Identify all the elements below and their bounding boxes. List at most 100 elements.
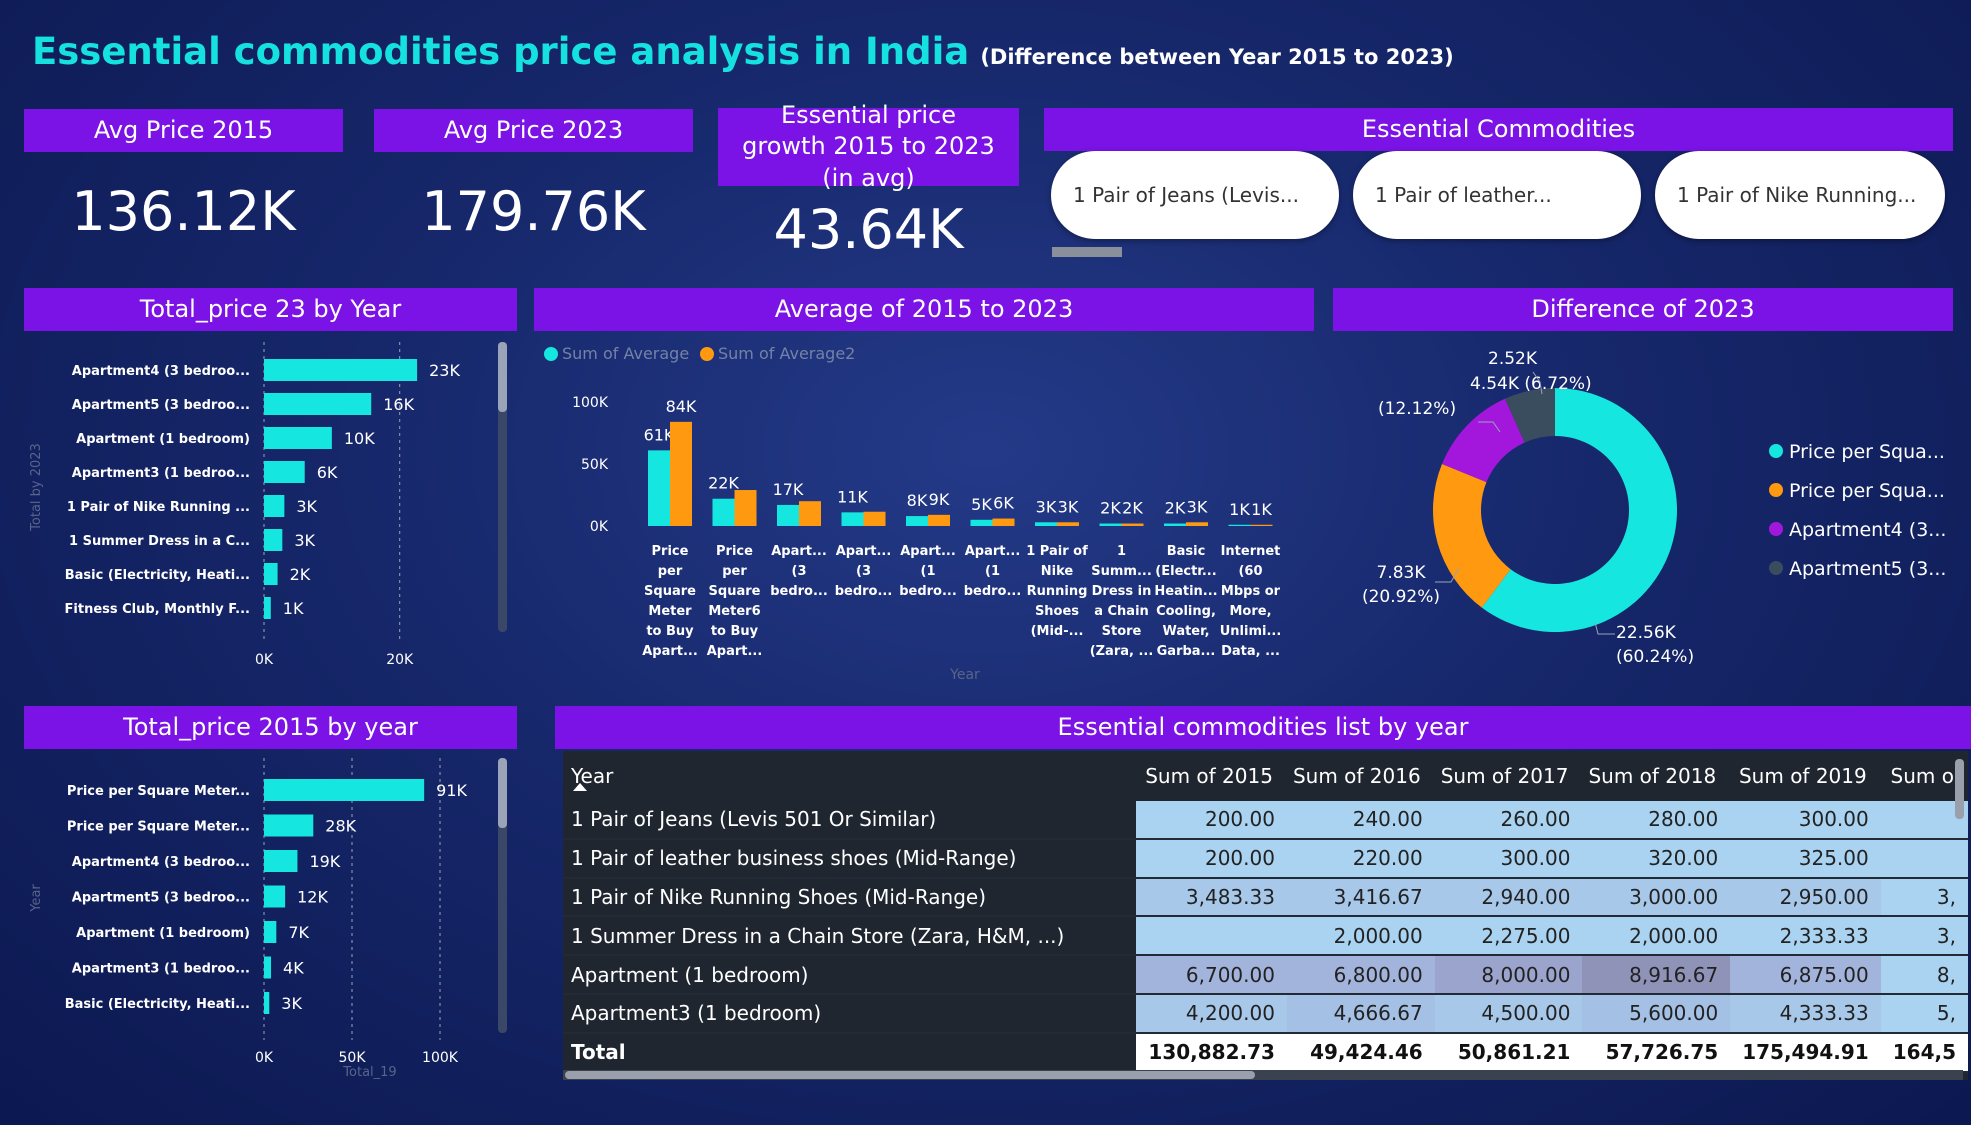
data-label: 23K bbox=[429, 361, 460, 380]
chart-avg-title: Average of 2015 to 2023 bbox=[774, 294, 1074, 323]
data-label: 2K bbox=[1122, 499, 1143, 518]
table-cell: 8,000.00 bbox=[1434, 955, 1583, 995]
data-label: 12K bbox=[297, 888, 328, 907]
table-row[interactable]: 1 Pair of Jeans (Levis 501 Or Similar) 20… bbox=[563, 801, 1968, 840]
x-axis-label: Year bbox=[949, 667, 980, 683]
column-header[interactable]: Sum of 2018 bbox=[1582, 751, 1730, 801]
table-cell bbox=[1880, 838, 1968, 879]
table-row[interactable]: 1 Pair of leather business shoes (Mid-Ra… bbox=[563, 838, 1968, 879]
x-axis-label: Total_19 bbox=[342, 1065, 396, 1080]
data-label: 6K bbox=[317, 463, 338, 482]
data-label: 7K bbox=[288, 923, 309, 942]
table-hscroll[interactable] bbox=[565, 1071, 1255, 1079]
data-label: 22K bbox=[708, 474, 739, 493]
column-header[interactable]: Sum of 2017 bbox=[1435, 751, 1583, 801]
table-cell: 4,333.33 bbox=[1730, 993, 1881, 1034]
category-label: Price per Square Meter6 to Buy Apart... bbox=[707, 544, 763, 659]
category-label: Basic (Electr... Heatin... Cooling, Water, Ga… bbox=[1154, 544, 1217, 659]
table-row[interactable]: 1 Summer Dress in a Chain Store (Zara, H… bbox=[563, 916, 1968, 957]
slicer-item-jeans[interactable]: 1 Pair of Jeans (Levis... bbox=[1051, 151, 1339, 239]
chart-donut: 22.56K (60.24%) 7.83K (20.92%) 4.54K (6.72%)… bbox=[1362, 349, 1946, 667]
bar bbox=[906, 516, 928, 526]
chart-bar15: 0K 50K 100K Price per Square Meter... 91K Pri… bbox=[29, 758, 507, 1080]
bar bbox=[928, 514, 950, 526]
title-sub: (Difference between Year 2015 to 2023) bbox=[980, 45, 1454, 69]
table-cell: 4,200.00 bbox=[1136, 993, 1287, 1034]
legend-swatch bbox=[1769, 522, 1783, 536]
column-header[interactable]: Sum of 2016 bbox=[1287, 751, 1435, 801]
table-cell: 6,700.00 bbox=[1136, 955, 1287, 995]
table-cell: 3, bbox=[1880, 877, 1968, 918]
category-label: Fitness Club, Monthly F... bbox=[65, 602, 250, 617]
data-label: 2.52K bbox=[1488, 349, 1538, 369]
data-label: 2K bbox=[1100, 499, 1121, 518]
data-label: 7.83K (20.92%) bbox=[1362, 563, 1440, 607]
kpi-avg2015-header: Avg Price 2015 bbox=[24, 109, 343, 152]
table-cell: 2,940.00 bbox=[1434, 877, 1583, 918]
data-label: 16K bbox=[383, 395, 414, 414]
table-cell: 200.00 bbox=[1136, 801, 1287, 840]
legend-swatch bbox=[1769, 483, 1783, 497]
table-header: Essential commodities list by year bbox=[555, 706, 1971, 749]
bar bbox=[1250, 524, 1273, 526]
chart-bar23-title: Total_price 23 by Year bbox=[139, 294, 402, 323]
slicer-scrollbar[interactable] bbox=[1052, 247, 1122, 257]
total-cell: 130,882.73 bbox=[1136, 1032, 1287, 1073]
table-row[interactable]: Apartment (1 bedroom) 6,700.00 6,800.00 8,0… bbox=[563, 955, 1968, 995]
slicer-item-nike-shoes[interactable]: 1 Pair of Nike Running... bbox=[1655, 151, 1945, 239]
row-label: Apartment3 (1 bedroom) bbox=[563, 993, 1137, 1034]
table-vscroll[interactable] bbox=[1955, 759, 1964, 819]
bar bbox=[734, 490, 757, 526]
bar bbox=[648, 450, 670, 526]
category-label: Apart... (1 bedro... bbox=[899, 544, 957, 599]
data-label: (12.12%) bbox=[1378, 399, 1456, 419]
data-label: 3K bbox=[281, 994, 302, 1013]
kpi-avg2015-value: 136.12K bbox=[71, 180, 296, 243]
table-cell: 3,000.00 bbox=[1582, 877, 1731, 918]
data-label: 10K bbox=[344, 429, 375, 448]
legend-label: Apartment5 (3... bbox=[1789, 558, 1946, 580]
slicer-item-label: 1 Pair of leather... bbox=[1375, 183, 1552, 207]
table-cell: 8, bbox=[1880, 955, 1968, 995]
category-label: 1 Summ... Dress in a Chain Store (Zara, ... bbox=[1090, 544, 1154, 659]
legend-label: Sum of Average bbox=[562, 344, 689, 363]
table-sort-icon[interactable] bbox=[573, 783, 587, 791]
data-label: 8K bbox=[907, 491, 928, 510]
column-header[interactable]: Sum of 2015 bbox=[1136, 751, 1287, 801]
bar bbox=[264, 814, 314, 837]
total-cell: 50,861.21 bbox=[1434, 1032, 1583, 1073]
table-row[interactable]: 1 Pair of Nike Running Shoes (Mid-Range)… bbox=[563, 877, 1968, 918]
table-cell: 3, bbox=[1880, 916, 1968, 957]
bar bbox=[264, 393, 372, 415]
column-header-year[interactable]: Year bbox=[563, 751, 1136, 801]
data-label: 11K bbox=[837, 487, 868, 506]
column-header[interactable]: Sum of 2019 bbox=[1730, 751, 1881, 801]
bar bbox=[712, 498, 735, 526]
bar bbox=[1121, 523, 1144, 526]
table-cell bbox=[1136, 916, 1287, 957]
data-label: 4K bbox=[283, 959, 304, 978]
row-label: 1 Pair of Jeans (Levis 501 Or Similar) bbox=[563, 801, 1137, 840]
table-cell: 200.00 bbox=[1136, 838, 1287, 879]
category-label: Basic (Electricity, Heati... bbox=[65, 997, 250, 1012]
category-label: Apartment4 (3 bedroo... bbox=[72, 855, 250, 870]
bar bbox=[264, 885, 286, 908]
bar bbox=[264, 921, 277, 943]
table-cell: 2,000.00 bbox=[1582, 916, 1731, 957]
table-cell: 325.00 bbox=[1730, 838, 1881, 879]
legend-label: Apartment4 (3... bbox=[1789, 519, 1946, 541]
category-label: Apartment3 (1 bedroo... bbox=[72, 466, 250, 481]
table-cell: 5,600.00 bbox=[1582, 993, 1731, 1034]
category-label: Apartment (1 bedroom) bbox=[76, 926, 250, 941]
x-tick-label: 0K bbox=[255, 1050, 274, 1066]
slicer-item-leather-shoes[interactable]: 1 Pair of leather... bbox=[1353, 151, 1641, 239]
data-label: 91K bbox=[436, 781, 467, 800]
chart-bar15-title: Total_price 2015 by year bbox=[123, 712, 418, 741]
legend-label: Price per Squa... bbox=[1789, 441, 1945, 463]
commodities-table[interactable]: Year Sum of 2015 Sum of 2016 Sum of 2017 Sum… bbox=[563, 751, 1968, 1080]
chart-donut-title: Difference of 2023 bbox=[1531, 294, 1755, 323]
y-axis-label: Total by 2023 bbox=[29, 443, 44, 532]
bar bbox=[264, 359, 418, 381]
table-cell: 300.00 bbox=[1730, 801, 1881, 840]
table-row[interactable]: Apartment3 (1 bedroom) 4,200.00 4,666.67 4,… bbox=[563, 993, 1968, 1034]
